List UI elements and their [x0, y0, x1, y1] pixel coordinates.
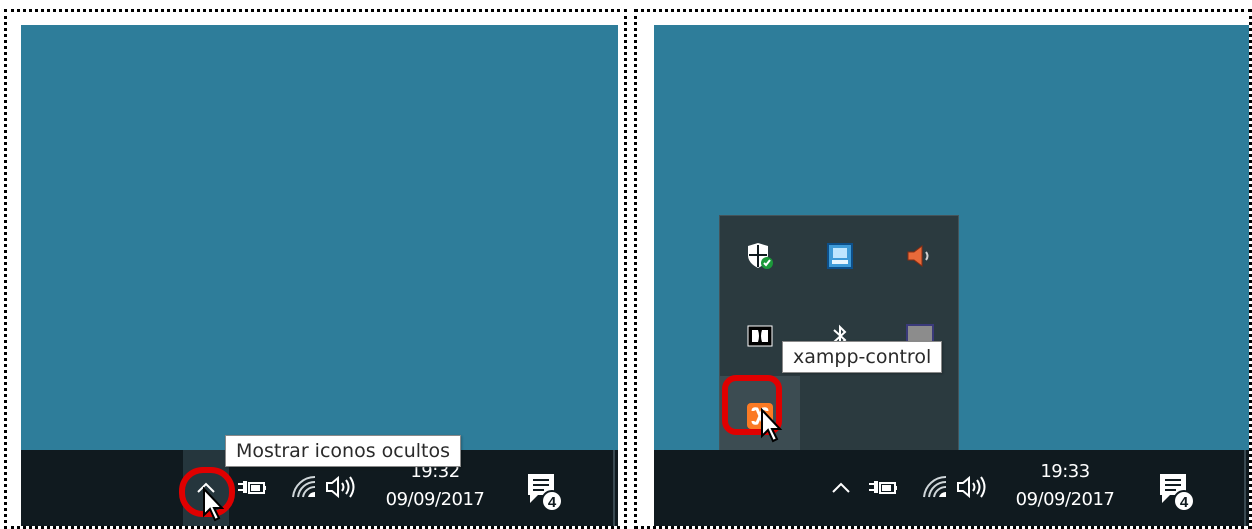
speaker-muted-icon: [907, 245, 929, 267]
wifi-icon-button[interactable]: [920, 472, 950, 502]
show-desktop-divider: [613, 450, 615, 526]
volume-icon-button[interactable]: [323, 472, 359, 502]
desktop-right: 19:33 09/09/2017 4 xampp-control: [654, 25, 1249, 526]
show-hidden-icons-button[interactable]: [818, 450, 864, 526]
speaker-icon: [326, 475, 355, 499]
flyout-item-defender[interactable]: [720, 216, 800, 296]
clock-button[interactable]: 19:33 09/09/2017: [1006, 460, 1124, 512]
tooltip-xampp-control: xampp-control: [782, 341, 943, 373]
flyout-item-speaker[interactable]: [880, 216, 960, 296]
mouse-cursor-icon: [203, 487, 225, 522]
taskbar-right: 19:33 09/09/2017 4: [654, 450, 1249, 526]
notification-count-badge: 4: [541, 490, 563, 512]
clock-date: 09/09/2017: [385, 489, 485, 510]
dolby-icon: [747, 325, 773, 347]
power-plug-battery-icon: [869, 481, 897, 494]
chevron-up-icon: [832, 482, 850, 493]
action-center-button[interactable]: 4: [1149, 464, 1199, 514]
power-icon-button[interactable]: [235, 474, 269, 502]
right-screenshot-frame: 19:33 09/09/2017 4 xampp-control: [634, 9, 1252, 529]
wifi-icon: [923, 475, 947, 498]
desktop-left: 19:32 09/09/2017 4 Mostrar iconos oculto…: [21, 25, 618, 526]
volume-icon-button[interactable]: [954, 472, 990, 502]
notification-count-badge: 4: [1173, 490, 1195, 512]
clock-time: 19:33: [1040, 461, 1090, 482]
flyout-item-network[interactable]: [800, 216, 880, 296]
network-adapter-icon: [827, 243, 853, 269]
wifi-icon: [292, 475, 316, 498]
clock-date: 09/09/2017: [1015, 489, 1115, 510]
show-desktop-divider: [1244, 450, 1246, 526]
tooltip-show-hidden-icons: Mostrar iconos ocultos: [225, 435, 461, 467]
wifi-icon-button[interactable]: [289, 472, 319, 502]
windows-defender-icon: [748, 243, 773, 269]
left-screenshot-frame: 19:32 09/09/2017 4 Mostrar iconos oculto…: [4, 9, 627, 529]
action-center-button[interactable]: 4: [517, 464, 567, 514]
speaker-icon: [957, 475, 986, 499]
mouse-cursor-icon: [761, 408, 783, 443]
clock-button[interactable]: 19:32 09/09/2017: [376, 460, 494, 512]
power-icon-button[interactable]: [866, 474, 900, 502]
power-plug-battery-icon: [238, 481, 266, 494]
